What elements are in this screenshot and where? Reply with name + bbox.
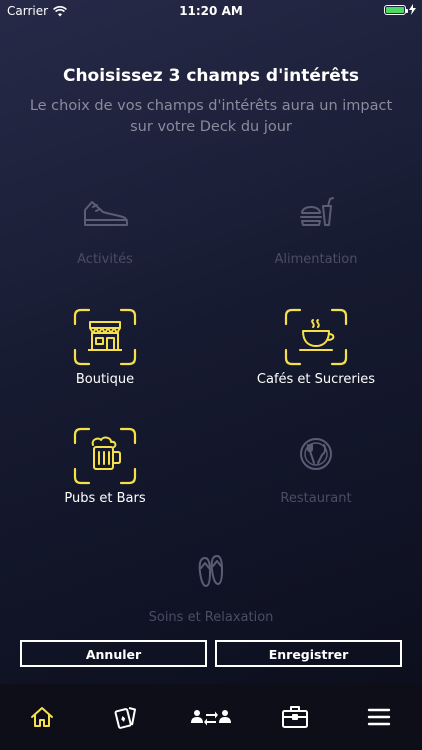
- tab-bar: [0, 684, 422, 750]
- plate-cutlery-icon: [300, 438, 332, 470]
- fast-food-icon: [300, 197, 334, 226]
- menu-icon: [367, 708, 391, 726]
- coffee-cup-icon: [299, 319, 335, 351]
- status-right: [384, 4, 416, 15]
- charging-bolt-icon: [409, 4, 416, 15]
- save-button[interactable]: Enregistrer: [215, 640, 402, 667]
- category-label: Pubs et Bars: [64, 491, 146, 506]
- category-label: Restaurant: [280, 491, 352, 506]
- category-label: Activités: [77, 252, 133, 267]
- category-alimentation[interactable]: Alimentation: [231, 188, 401, 267]
- tab-briefcase[interactable]: [275, 704, 315, 730]
- category-label: Boutique: [75, 372, 135, 387]
- clock: 11:20 AM: [179, 4, 243, 18]
- category-restaurant[interactable]: Restaurant: [231, 427, 401, 506]
- tab-home[interactable]: [22, 704, 62, 730]
- people-exchange-icon: [191, 710, 231, 726]
- category-label: Cafés et Sucreries: [256, 372, 376, 387]
- status-bar: Carrier 11:20 AM: [0, 0, 422, 22]
- page-subtitle: Le choix de vos champs d'intérêts aura u…: [29, 98, 393, 135]
- category-boutique[interactable]: Boutique: [20, 308, 190, 387]
- tab-menu[interactable]: [359, 704, 399, 730]
- category-label: Soins et Relaxation: [148, 610, 274, 625]
- tab-exchange[interactable]: [191, 704, 231, 730]
- home-icon: [31, 707, 53, 727]
- beer-mug-icon: [91, 436, 121, 470]
- category-soins[interactable]: Soins et Relaxation: [126, 546, 296, 625]
- battery-icon: [384, 4, 408, 15]
- category-label: Alimentation: [274, 252, 358, 267]
- category-pubs[interactable]: Pubs et Bars: [20, 427, 190, 506]
- page-title: Choisissez 3 champs d'intérêts: [62, 66, 360, 86]
- category-cafes[interactable]: Cafés et Sucreries: [231, 308, 401, 387]
- briefcase-icon: [282, 706, 308, 728]
- shop-icon: [88, 321, 122, 351]
- tab-cards[interactable]: [106, 704, 146, 730]
- flip-flops-icon: [198, 555, 223, 587]
- category-activites[interactable]: Activités: [20, 188, 190, 267]
- cancel-button[interactable]: Annuler: [20, 640, 207, 667]
- sneaker-icon: [84, 201, 128, 226]
- cards-icon: [114, 707, 136, 729]
